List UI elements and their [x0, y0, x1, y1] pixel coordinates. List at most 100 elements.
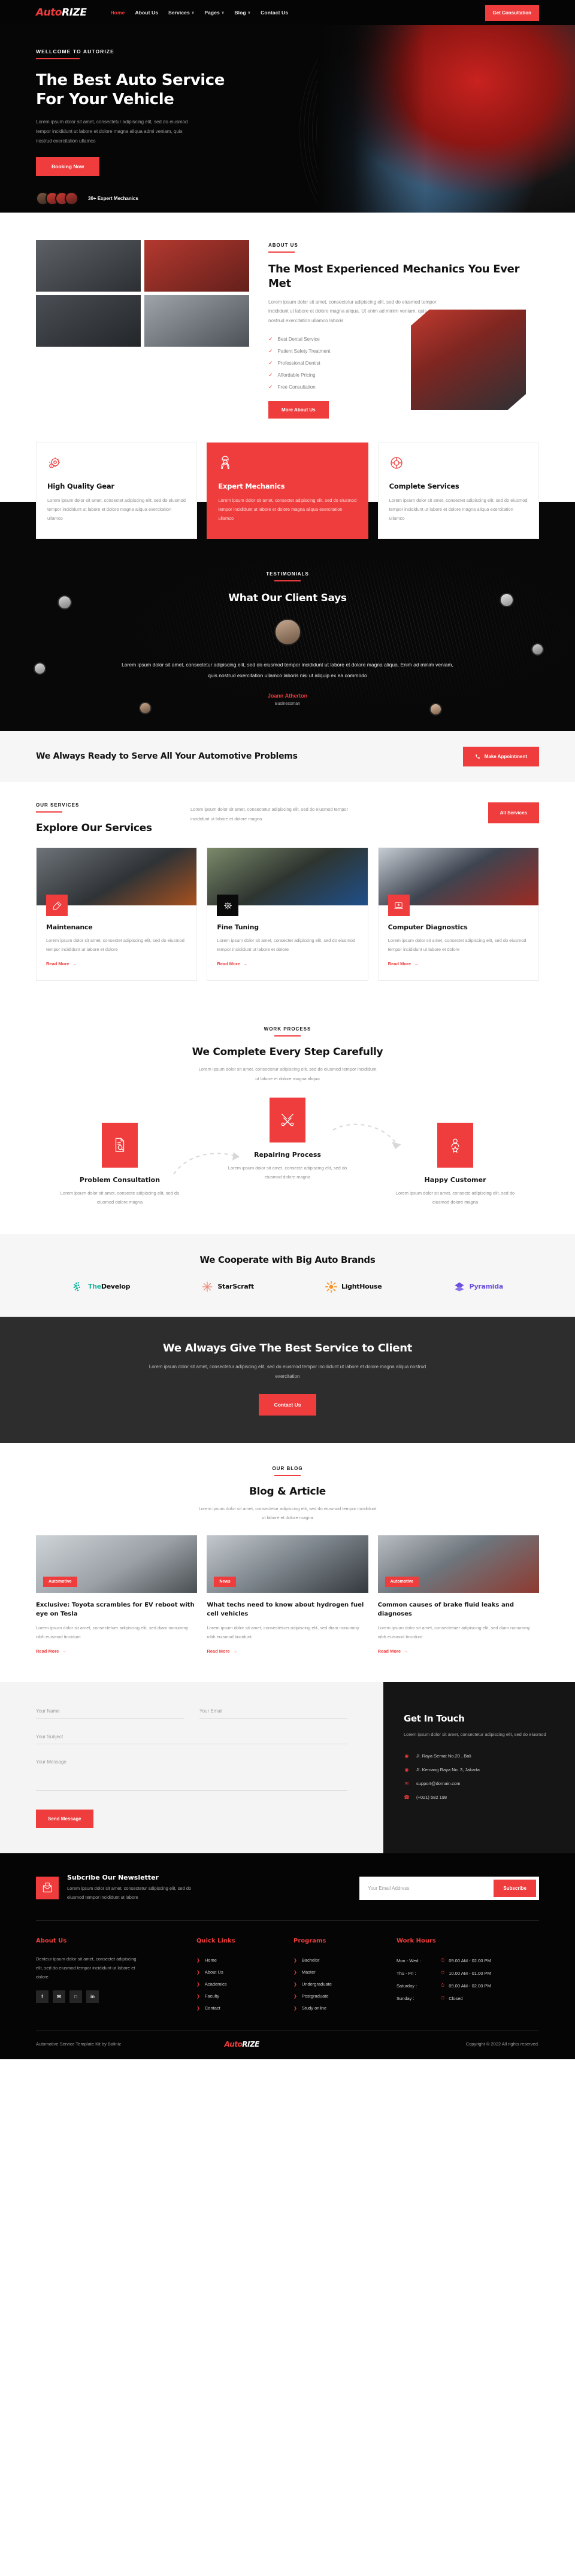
nav-item-services[interactable]: Services ∨	[168, 10, 194, 16]
process-paragraph: Lorem ipsum dolor sit amet, consectetur …	[198, 1066, 377, 1081]
read-more-link[interactable]: Read More →	[36, 1648, 66, 1654]
about-photo-3	[36, 295, 141, 347]
accent-rule	[268, 251, 295, 253]
footer-column-programs: Programs ❯ Bachelor ❯ Master ❯ Undergraduat…	[293, 1938, 397, 2014]
twitter-icon[interactable]: ✉	[53, 1990, 65, 2003]
more-about-us-button[interactable]: More About Us	[268, 401, 329, 419]
footer-link[interactable]: Faculty	[205, 1993, 219, 1999]
footer-link[interactable]: About Us	[205, 1969, 223, 1975]
clock-icon: ⏱	[441, 1995, 445, 2001]
footer-link[interactable]: Contact	[205, 2005, 220, 2011]
list-item[interactable]: ☎ (+021) 582 198	[404, 1790, 555, 1804]
instagram-icon[interactable]: □	[69, 1990, 82, 2003]
cta-strip-title: We Always Ready to Serve All Your Automo…	[36, 751, 298, 762]
read-more-link[interactable]: Read More →	[217, 961, 247, 966]
check-icon: ✓	[268, 335, 273, 342]
footer-link[interactable]: Home	[205, 1957, 217, 1963]
read-more-link[interactable]: Read More →	[388, 961, 419, 966]
blog-post-card[interactable]: Automotive Exclusive: Toyota scrambles f…	[36, 1535, 198, 1656]
nav-item-pages[interactable]: Pages ∨	[204, 10, 224, 16]
chevron-down-icon: ∨	[191, 11, 195, 15]
booking-now-button[interactable]: Booking Now	[36, 157, 100, 177]
brand-logo-pyramida[interactable]: Pyramida	[453, 1281, 503, 1293]
blog-post-title: What techs need to know about hydrogen f…	[207, 1602, 364, 1618]
get-in-touch-panel: Get In Touch Lorem ipsum dolor sit amet,…	[383, 1682, 575, 1854]
newsletter-email-input[interactable]	[368, 1885, 494, 1891]
work-hours-time: 10.00 AM - 01.00 PM	[449, 1970, 491, 1976]
all-services-button[interactable]: All Services	[488, 802, 539, 824]
location-pin-icon: ◉	[404, 1767, 409, 1773]
accent-rule	[36, 58, 80, 59]
link-label: Read More	[36, 1648, 59, 1654]
service-card-computer-diagnostics[interactable]: Computer Diagnostics Lorem ipsum dolor s…	[377, 847, 539, 981]
facebook-icon[interactable]: f	[36, 1990, 49, 2003]
brand-name-a: Light	[341, 1283, 360, 1291]
chevron-right-icon: ❯	[196, 1958, 200, 1963]
list-item: ❯ Academics	[196, 1978, 293, 1990]
brand-name-b: amida	[481, 1283, 504, 1291]
footer-link[interactable]: Academics	[205, 1981, 227, 1987]
footer-link[interactable]: Bachelor	[302, 1957, 320, 1963]
contact-us-button[interactable]: Contact Us	[258, 1393, 317, 1416]
step-text: Lorem ipsum dolor sit amet, consecte adi…	[395, 1190, 515, 1205]
list-item: ❯ Undergraduate	[293, 1978, 397, 1990]
service-card-maintenance[interactable]: Maintenance Lorem ipsum dolor sit amet, …	[36, 847, 198, 981]
read-more-link[interactable]: Read More →	[46, 961, 77, 966]
chevron-down-icon: ∨	[247, 11, 251, 15]
message-field[interactable]	[36, 1756, 347, 1792]
list-item[interactable]: ✉ support@domain.com	[404, 1777, 555, 1790]
footer-credit: Automotive Service Template Kit by Balin…	[36, 2041, 122, 2047]
newsletter-envelope-icon	[43, 1883, 52, 1893]
brand-logo-starscraft[interactable]: StarScraft	[201, 1281, 254, 1293]
subscribe-button[interactable]: Subscribe	[494, 1879, 536, 1897]
feature-card-expert-mechanics[interactable]: Expert Mechanics Lorem ipsum dolor sit a…	[207, 443, 368, 540]
get-consultation-button[interactable]: Get Consultation	[485, 4, 539, 21]
name-field[interactable]	[36, 1705, 184, 1719]
linkedin-icon[interactable]: in	[86, 1990, 99, 2003]
site-header: AutoRIZE Home About Us Services ∨ Pages ∨ …	[0, 0, 575, 25]
blog-post-card[interactable]: News What techs need to know about hydro…	[207, 1535, 368, 1656]
nav-item-about-us[interactable]: About Us	[135, 10, 158, 16]
service-title: Fine Tuning	[217, 923, 259, 932]
list-item: ❯ Master	[293, 1966, 397, 1978]
logo-text-accent: Auto	[224, 2039, 243, 2048]
nav-label: About Us	[135, 10, 159, 16]
list-item: ❯ Faculty	[196, 1990, 293, 2002]
brand-name-b: House	[359, 1283, 382, 1291]
site-logo[interactable]: AutoRIZE	[36, 7, 87, 19]
make-appointment-button[interactable]: Make Appointment	[462, 747, 539, 767]
arrow-right-icon: →	[414, 961, 419, 967]
check-label: Free Consultation	[277, 384, 316, 390]
button-label: Make Appointment	[484, 754, 527, 760]
gear-icon	[49, 457, 60, 469]
read-more-link[interactable]: Read More →	[207, 1648, 237, 1654]
brand-logo-lighthouse[interactable]: LightHouse	[325, 1280, 382, 1293]
nav-item-home[interactable]: Home	[110, 10, 125, 16]
footer-column-quick-links: Quick Links ❯ Home ❯ About Us ❯ Academics ❯…	[196, 1938, 293, 2014]
step-title: Happy Customer	[424, 1175, 486, 1184]
service-text: Lorem ipsum dolor sit amet, consectet ad…	[46, 938, 184, 953]
nav-item-blog[interactable]: Blog ∨	[234, 10, 250, 16]
gear-icon	[223, 901, 232, 910]
email-field[interactable]	[199, 1705, 347, 1719]
work-hours-time: 09.00 AM - 02.00 PM	[449, 1957, 491, 1963]
footer-link[interactable]: Study online	[302, 2005, 326, 2011]
arrow-right-icon: →	[62, 1648, 66, 1654]
footer-link[interactable]: Undergraduate	[302, 1981, 332, 1987]
feature-card-complete-services[interactable]: Complete Services Lorem ipsum dolor sit …	[377, 443, 539, 540]
list-item: ❯ About Us	[196, 1966, 293, 1978]
feature-card-high-quality-gear[interactable]: High Quality Gear Lorem ipsum dolor sit …	[36, 443, 198, 540]
blog-post-card[interactable]: Automotive Common causes of brake fluid …	[377, 1535, 539, 1656]
accent-rule	[274, 580, 301, 582]
footer-logo[interactable]: AutoRIZE	[224, 2040, 259, 2048]
nav-item-contact-us[interactable]: Contact Us	[261, 10, 288, 16]
brand-logo-thedevelop[interactable]: TheDevelop	[72, 1281, 131, 1293]
read-more-link[interactable]: Read More →	[378, 1648, 408, 1654]
service-card-fine-tuning[interactable]: Fine Tuning Lorem ipsum dolor sit amet, …	[207, 847, 368, 981]
process-step-problem-consultation: Problem Consultation Lorem ipsum dolor s…	[60, 1122, 180, 1207]
send-message-button[interactable]: Send Message	[36, 1810, 93, 1829]
newsletter-section: Subcribe Our Newsletter Lorem ipsum dolo…	[0, 1853, 575, 1917]
subject-field[interactable]	[36, 1731, 347, 1745]
footer-link[interactable]: Postgraduate	[302, 1993, 329, 1999]
footer-link[interactable]: Master	[302, 1969, 316, 1975]
